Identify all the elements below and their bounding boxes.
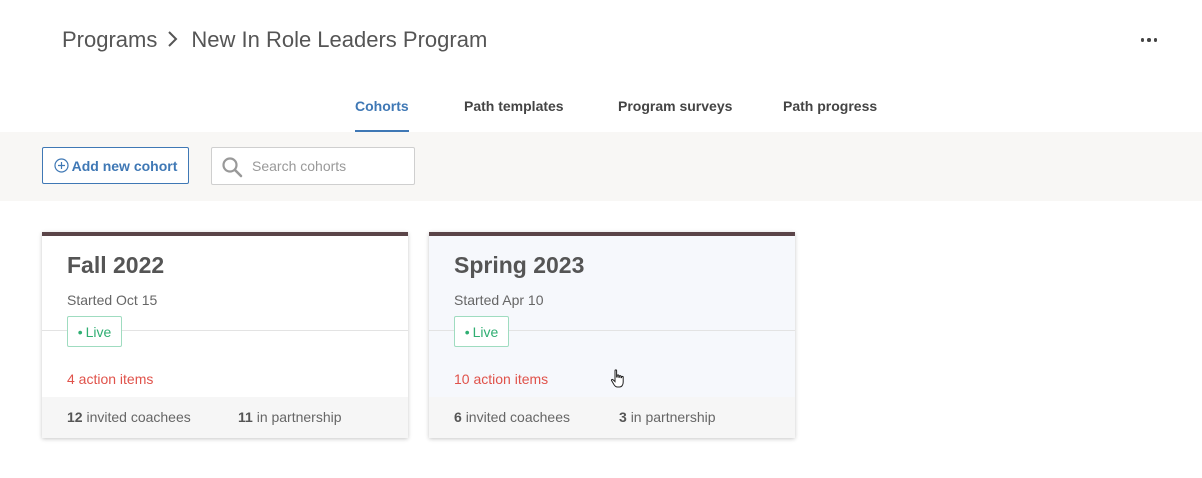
card-footer: 12 invited coachees 11 in partnership (42, 397, 408, 438)
chevron-right-icon (157, 24, 191, 56)
invited-coachees-stat: 12 invited coachees (67, 409, 191, 425)
tab-cohorts[interactable]: Cohorts (355, 98, 409, 133)
page-title: New In Role Leaders Program (191, 27, 488, 52)
add-new-cohort-button[interactable]: Add new cohort (42, 147, 189, 184)
toolbar: Add new cohort (0, 132, 1202, 201)
card-footer: 6 invited coachees 3 in partnership (429, 397, 795, 438)
action-items-link[interactable]: 10 action items (454, 371, 548, 387)
search-icon (222, 157, 243, 178)
add-new-cohort-label: Add new cohort (71, 157, 178, 174)
search-cohorts-field[interactable] (211, 147, 415, 185)
breadcrumb-programs-link[interactable]: Programs (62, 27, 157, 53)
more-options-icon[interactable] (1136, 30, 1162, 50)
status-dot-icon: • (464, 323, 470, 340)
page-header: Programs New In Role Leaders Program (0, 0, 1202, 80)
invited-coachees-stat: 6 invited coachees (454, 409, 570, 425)
status-badge: • Live (67, 316, 122, 347)
tab-bar: Cohorts Path templates Program surveys P… (0, 94, 1202, 133)
partnership-label: in partnership (630, 409, 716, 425)
status-badge: • Live (454, 316, 509, 347)
partnership-count: 3 (619, 409, 627, 425)
cohort-start-date: Started Apr 10 (454, 292, 544, 308)
cohort-card-spring-2023[interactable]: Spring 2023 Started Apr 10 • Live 10 act… (429, 232, 795, 438)
status-label: Live (472, 323, 499, 340)
action-items-link[interactable]: 4 action items (67, 371, 153, 387)
partnership-label: in partnership (256, 409, 342, 425)
tab-path-progress[interactable]: Path progress (783, 98, 877, 132)
page: Programs New In Role Leaders Program Coh… (0, 0, 1202, 478)
invited-label: invited coachees (465, 409, 570, 425)
tab-program-surveys[interactable]: Program surveys (618, 98, 732, 132)
cohort-start-date: Started Oct 15 (67, 292, 158, 308)
invited-count: 6 (454, 409, 462, 425)
status-dot-icon: • (77, 323, 83, 340)
partnership-stat: 3 in partnership (619, 409, 716, 425)
tab-path-templates[interactable]: Path templates (464, 98, 564, 132)
cohort-card-fall-2022[interactable]: Fall 2022 Started Oct 15 • Live 4 action… (42, 232, 408, 438)
cohort-title: Spring 2023 (454, 252, 585, 278)
breadcrumb: Programs New In Role Leaders Program (62, 24, 487, 56)
partnership-stat: 11 in partnership (238, 409, 342, 425)
invited-label: invited coachees (86, 409, 191, 425)
plus-circle-icon (54, 158, 69, 173)
search-cohorts-input[interactable] (252, 157, 410, 175)
invited-count: 12 (67, 409, 83, 425)
status-label: Live (85, 323, 112, 340)
cohort-title: Fall 2022 (67, 252, 165, 278)
partnership-count: 11 (238, 409, 253, 425)
